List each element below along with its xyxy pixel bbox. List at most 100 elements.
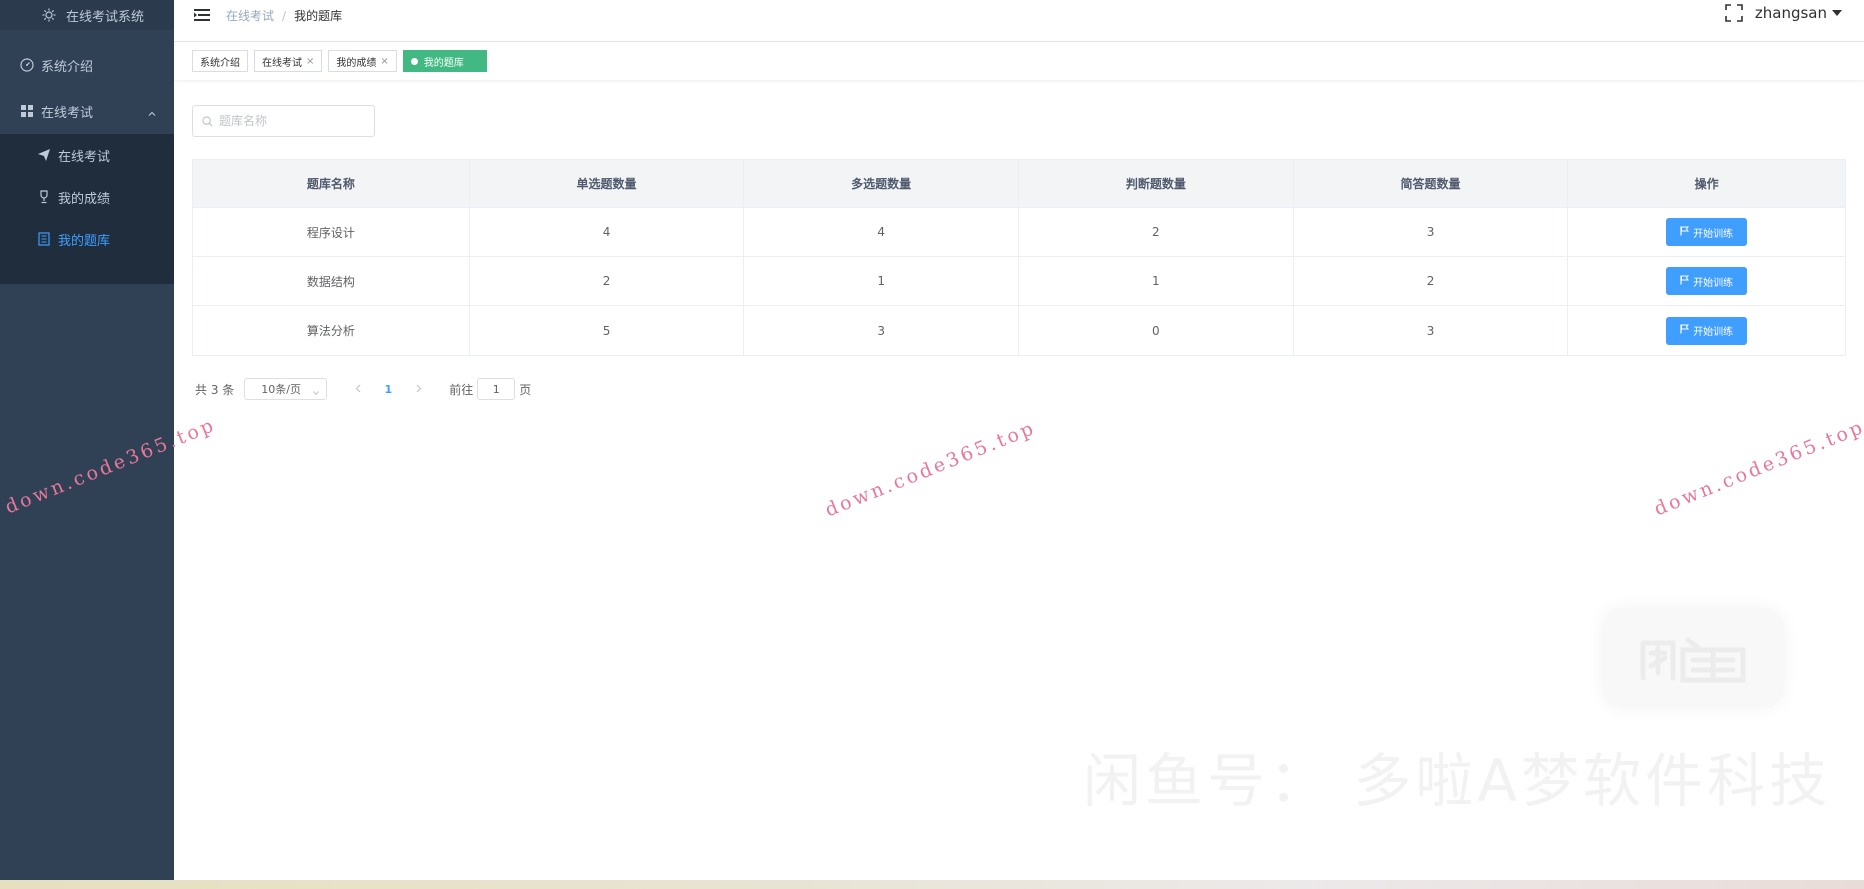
- cell-single-count: 2: [470, 257, 745, 305]
- pagination-total: 共 3 条: [195, 382, 235, 397]
- header-right: zhangsan: [1725, 4, 1842, 22]
- sidebar-item-online-exam[interactable]: 在线考试: [0, 134, 174, 176]
- table-header: 题库名称 单选题数量 多选题数量 判断题数量 简答题数量 操作: [193, 160, 1845, 208]
- bottom-strip: [0, 880, 1864, 889]
- sidebar-logo: 在线考试系统: [0, 0, 174, 30]
- cell-judge-count: 2: [1019, 208, 1294, 256]
- sidebar-submenu: 在线考试 我的成绩 我的题库: [0, 134, 174, 284]
- page-size-value: 10条/页: [261, 383, 301, 396]
- cell-bank-name: 算法分析: [193, 306, 470, 355]
- cell-actions: 开始训练: [1568, 257, 1845, 305]
- cell-single-count: 4: [470, 208, 745, 256]
- search-icon: [202, 112, 213, 131]
- grid-icon: [20, 104, 34, 118]
- cell-judge-count: 1: [1019, 257, 1294, 305]
- sidebar-item-my-scores[interactable]: 我的成绩: [0, 176, 174, 218]
- start-training-button[interactable]: 开始训练: [1666, 316, 1748, 345]
- close-icon[interactable]: ×: [306, 56, 314, 67]
- xianyu-logo-watermark: [1602, 608, 1784, 708]
- sidebar-item-label: 在线考试: [58, 149, 111, 165]
- sidebar-item-my-question-bank[interactable]: 我的题库: [0, 218, 174, 260]
- page-size-select[interactable]: 10条/页: [244, 378, 328, 400]
- tag-label: 我的成绩: [336, 57, 377, 69]
- cell-multi-count: 4: [744, 208, 1020, 256]
- chevron-down-icon: [313, 386, 320, 396]
- sidebar-item-online-exam-group[interactable]: 在线考试: [0, 88, 174, 134]
- start-training-button[interactable]: 开始训练: [1666, 267, 1748, 295]
- goto-page-input[interactable]: [477, 378, 516, 400]
- column-header: 题库名称: [193, 160, 470, 207]
- tag-label: 在线考试: [262, 57, 302, 69]
- paper-plane-icon: [37, 148, 51, 162]
- table-row: 算法分析 5 3 0 3 开始训练: [193, 306, 1845, 355]
- url-watermark: down.code365.top: [1651, 415, 1864, 521]
- question-bank-table: 题库名称 单选题数量 多选题数量 判断题数量 简答题数量 操作 程序设计 4 4…: [192, 159, 1846, 356]
- tag-my-question-bank[interactable]: 我的题库: [402, 50, 487, 72]
- user-dropdown[interactable]: zhangsan: [1755, 4, 1842, 22]
- flag-icon: [1680, 324, 1690, 337]
- search-input[interactable]: [219, 114, 359, 128]
- sidebar-submenu-spacer: [0, 260, 174, 284]
- flag-icon: [1680, 275, 1690, 288]
- cell-judge-count: 0: [1019, 306, 1294, 355]
- column-header: 简答题数量: [1294, 160, 1569, 207]
- sidebar-item-label: 我的成绩: [58, 191, 111, 207]
- goto-suffix: 页: [519, 382, 532, 397]
- table-row: 数据结构 2 1 1 2 开始训练: [193, 257, 1845, 306]
- chevron-left-icon: [355, 382, 362, 396]
- cell-short-count: 3: [1294, 306, 1569, 355]
- sidebar-item-system-intro[interactable]: 系统介绍: [0, 42, 174, 88]
- cell-bank-name: 程序设计: [193, 208, 470, 256]
- cell-single-count: 5: [470, 306, 745, 355]
- cell-multi-count: 1: [744, 257, 1020, 305]
- sidebar-logo-title: 在线考试系统: [66, 9, 145, 25]
- next-page-button[interactable]: [403, 378, 433, 400]
- column-header: 操作: [1694, 177, 1719, 191]
- cell-short-count: 3: [1294, 208, 1569, 256]
- username: zhangsan: [1754, 4, 1827, 22]
- column-header: 判断题数量: [1019, 160, 1294, 207]
- pagination: 共 3 条 10条/页 1 前往 页: [195, 378, 531, 400]
- breadcrumb-item[interactable]: 在线考试: [226, 7, 274, 24]
- book-icon: [37, 232, 51, 246]
- breadcrumb: 在线考试 / 我的题库: [226, 7, 342, 24]
- url-watermark: down.code365.top: [822, 416, 1040, 522]
- prev-page-button[interactable]: [343, 378, 373, 400]
- cell-bank-name: 数据结构: [193, 257, 470, 305]
- top-navbar: 在线考试 / 我的题库 zhangsan: [174, 0, 1864, 42]
- close-icon[interactable]: ×: [380, 56, 388, 67]
- table-row: 程序设计 4 4 2 3 开始训练: [193, 208, 1845, 257]
- page-number[interactable]: 1: [373, 378, 403, 400]
- tag-system-intro[interactable]: 系统介绍: [192, 50, 248, 72]
- sidebar-item-label: 我的题库: [58, 233, 111, 249]
- breadcrumb-separator: /: [282, 8, 287, 23]
- sidebar-item-label: 系统介绍: [41, 59, 94, 75]
- column-header: 多选题数量: [744, 160, 1020, 207]
- sidebar-item-label: 在线考试: [41, 105, 94, 121]
- start-training-button[interactable]: 开始训练: [1666, 218, 1748, 246]
- tag-online-exam[interactable]: 在线考试 ×: [254, 50, 323, 72]
- breadcrumb-current: 我的题库: [294, 9, 343, 23]
- cell-actions: 开始训练: [1568, 306, 1845, 355]
- tag-label: 系统介绍: [200, 57, 240, 69]
- hamburger-icon[interactable]: [194, 7, 210, 21]
- seller-watermark: 闲鱼号： 多啦A梦软件科技: [1083, 747, 1832, 815]
- page-jumper: 前往 页: [449, 378, 531, 400]
- button-label: 开始训练: [1693, 228, 1734, 240]
- caret-down-icon: [1832, 10, 1842, 16]
- column-header: 单选题数量: [470, 160, 745, 207]
- fullscreen-icon[interactable]: [1725, 4, 1743, 22]
- chevron-right-icon: [415, 382, 422, 396]
- tag-label: 我的题库: [423, 57, 464, 69]
- cell-multi-count: 3: [744, 306, 1020, 355]
- search-box: [192, 105, 375, 137]
- tags-view: 系统介绍 在线考试 × 我的成绩 × 我的题库: [174, 42, 1864, 80]
- active-dot-icon: [410, 57, 418, 65]
- trophy-icon: [37, 190, 51, 204]
- tag-my-scores[interactable]: 我的成绩 ×: [328, 50, 397, 72]
- sun-icon: [42, 8, 56, 22]
- cell-short-count: 2: [1294, 257, 1569, 305]
- goto-prefix: 前往: [449, 382, 474, 397]
- chevron-up-icon: [148, 107, 156, 116]
- flag-icon: [1680, 226, 1690, 239]
